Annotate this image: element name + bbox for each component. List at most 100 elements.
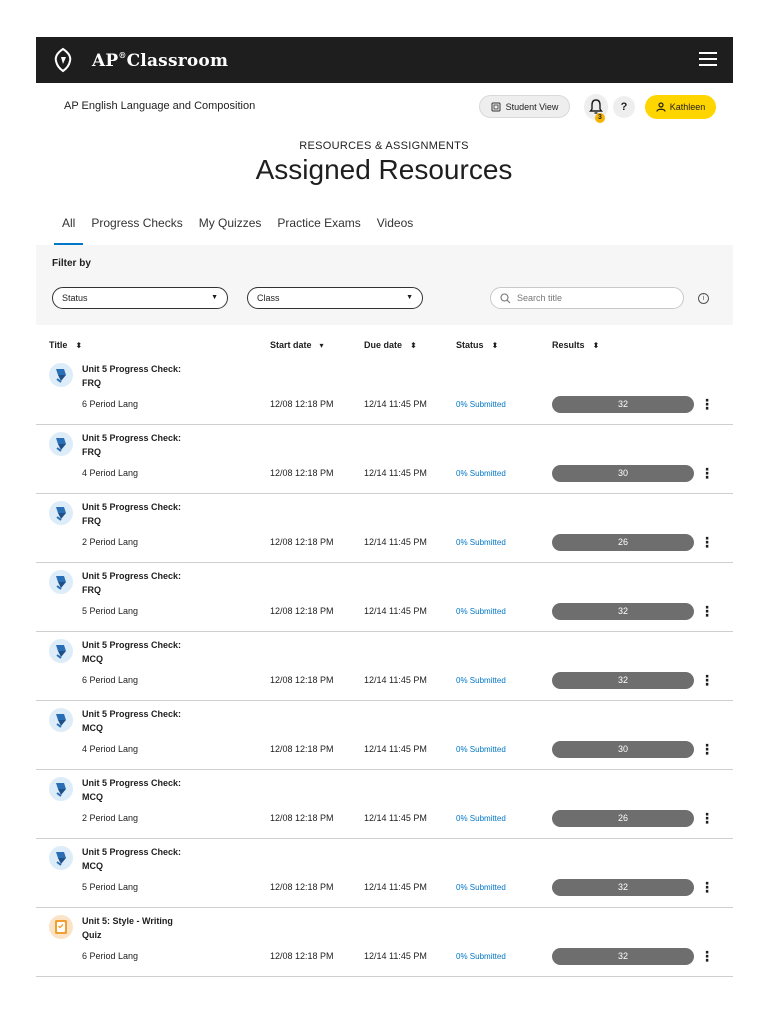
start-date: 12/08 12:18 PM [270,813,334,823]
more-options-icon[interactable]: ⋮ [700,810,714,827]
brand-registered-mark: ® [118,50,127,60]
resource-title[interactable]: Unit 5 Progress Check: FRQ [82,569,192,597]
page-title: Assigned Resources [255,154,513,185]
resource-title[interactable]: Unit 5 Progress Check: FRQ [82,431,192,459]
start-date: 12/08 12:18 PM [270,606,334,616]
ap-logo-icon [54,47,72,73]
more-options-icon[interactable]: ⋮ [700,948,714,965]
results-bar[interactable]: 26 [552,810,694,827]
column-header-results[interactable]: Results ⬍ [552,340,599,350]
resource-title[interactable]: Unit 5 Progress Check: MCQ [82,845,192,873]
resource-title[interactable]: Unit 5 Progress Check: FRQ [82,500,192,528]
resource-title[interactable]: Unit 5: Style - Writing Quiz [82,914,192,942]
more-options-icon[interactable]: ⋮ [700,465,714,482]
results-bar[interactable]: 30 [552,741,694,758]
results-bar[interactable]: 32 [552,396,694,413]
status-link[interactable]: 0% Submitted [456,469,506,478]
notification-count-badge: 3 [595,113,605,123]
results-bar[interactable]: 32 [552,948,694,965]
progress-check-icon [49,846,73,870]
due-date: 12/14 11:45 PM [364,744,427,754]
table-row[interactable]: Unit 5 Progress Check: MCQ 2 Period Lang 1… [36,770,733,839]
class-select[interactable]: Class ▼ [247,287,423,309]
status-link[interactable]: 0% Submitted [456,607,506,616]
class-select-value: Class [257,293,280,303]
tab-all[interactable]: All [54,215,84,245]
sort-icon: ⬍ [491,341,499,350]
tab-videos[interactable]: Videos [369,215,421,245]
info-icon[interactable]: i [698,293,709,304]
start-date: 12/08 12:18 PM [270,399,334,409]
table-row[interactable]: Unit 5: Style - Writing Quiz 6 Period Lan… [36,908,733,977]
resource-title[interactable]: Unit 5 Progress Check: MCQ [82,776,192,804]
results-bar[interactable]: 32 [552,672,694,689]
class-name: 6 Period Lang [82,399,139,409]
help-button[interactable]: ? [613,96,635,118]
status-select[interactable]: Status ▼ [52,287,228,309]
student-view-button[interactable]: Student View [479,95,570,118]
more-options-icon[interactable]: ⋮ [700,603,714,620]
due-date: 12/14 11:45 PM [364,951,427,961]
start-date: 12/08 12:18 PM [270,951,334,961]
table-row[interactable]: Unit 5 Progress Check: MCQ 6 Period Lang 1… [36,632,733,701]
results-bar[interactable]: 30 [552,465,694,482]
more-options-icon[interactable]: ⋮ [700,396,714,413]
table-row[interactable]: Unit 5 Progress Check: FRQ 6 Period Lang 1… [36,356,733,425]
column-header-status[interactable]: Status ⬍ [456,340,498,350]
start-date: 12/08 12:18 PM [270,882,334,892]
class-name: 2 Period Lang [82,813,139,823]
more-options-icon[interactable]: ⋮ [700,534,714,551]
table-row[interactable]: Unit 5 Progress Check: MCQ 4 Period Lang 1… [36,701,733,770]
progress-check-icon [49,501,73,525]
results-bar[interactable]: 26 [552,534,694,551]
preview-icon [491,102,501,111]
sort-descending-icon: ▾ [319,341,324,350]
resource-title[interactable]: Unit 5 Progress Check: MCQ [82,707,192,735]
user-menu-button[interactable]: Kathleen [645,95,716,119]
class-name: 4 Period Lang [82,468,139,478]
app-brand[interactable]: AP®Classroom [92,50,228,71]
due-date: 12/14 11:45 PM [364,675,427,685]
status-link[interactable]: 0% Submitted [456,883,506,892]
tab-progress-checks[interactable]: Progress Checks [83,215,190,245]
class-name: 5 Period Lang [82,606,139,616]
filter-label: Filter by [52,258,91,269]
column-header-due-date[interactable]: Due date ⬍ [364,340,417,350]
due-date: 12/14 11:45 PM [364,468,427,478]
table-row[interactable]: Unit 5 Progress Check: FRQ 5 Period Lang 1… [36,563,733,632]
table-row[interactable]: Unit 5 Progress Check: FRQ 4 Period Lang 1… [36,425,733,494]
more-options-icon[interactable]: ⋮ [700,741,714,758]
chevron-down-icon: ▼ [406,294,413,301]
due-date: 12/14 11:45 PM [364,882,427,892]
status-link[interactable]: 0% Submitted [456,814,506,823]
app-header: AP®Classroom [36,37,733,83]
class-name: 4 Period Lang [82,744,139,754]
start-date: 12/08 12:18 PM [270,744,334,754]
sort-icon: ⬍ [410,341,417,350]
status-link[interactable]: 0% Submitted [456,400,506,409]
tab-practice-exams[interactable]: Practice Exams [269,215,368,245]
hamburger-menu-icon[interactable] [699,52,717,66]
column-header-start-date[interactable]: Start date ▾ [270,340,324,350]
progress-check-icon [49,639,73,663]
table-row[interactable]: Unit 5 Progress Check: FRQ 2 Period Lang 1… [36,494,733,563]
resource-title[interactable]: Unit 5 Progress Check: FRQ [82,362,192,390]
resource-title[interactable]: Unit 5 Progress Check: MCQ [82,638,192,666]
status-link[interactable]: 0% Submitted [456,676,506,685]
tab-my-quizzes[interactable]: My Quizzes [191,215,270,245]
search-input[interactable]: Search title [490,287,684,309]
results-bar[interactable]: 32 [552,879,694,896]
quiz-icon [49,915,73,939]
results-bar[interactable]: 32 [552,603,694,620]
table-row[interactable]: Unit 5 Progress Check: MCQ 5 Period Lang 1… [36,839,733,908]
search-icon [500,293,511,304]
user-icon [656,102,666,112]
more-options-icon[interactable]: ⋮ [700,879,714,896]
class-name: 6 Period Lang [82,675,139,685]
status-link[interactable]: 0% Submitted [456,952,506,961]
class-name: 5 Period Lang [82,882,139,892]
status-link[interactable]: 0% Submitted [456,745,506,754]
more-options-icon[interactable]: ⋮ [700,672,714,689]
column-header-title[interactable]: Title ⬍ [49,340,82,350]
status-link[interactable]: 0% Submitted [456,538,506,547]
